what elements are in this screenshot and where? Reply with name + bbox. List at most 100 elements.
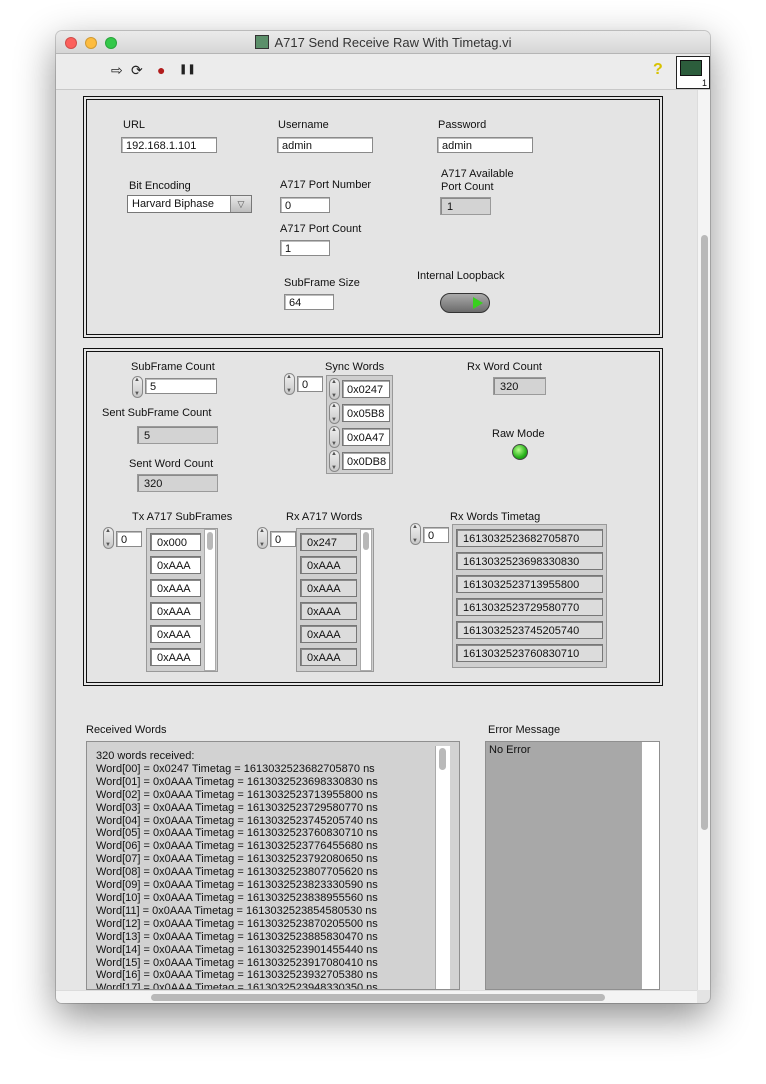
rx-words-index[interactable]: 0 (270, 531, 296, 547)
rx-words-index-increment[interactable] (257, 527, 268, 549)
rx-timetag-cell: 1613032523729580770 (456, 598, 603, 616)
sync-word-1-increment[interactable] (329, 402, 340, 424)
internal-loopback-switch[interactable] (440, 293, 490, 313)
error-message-textbox[interactable]: No Error (485, 741, 660, 990)
subframe-count-increment[interactable] (132, 376, 143, 398)
pause-icon[interactable]: ❚❚ (179, 63, 196, 77)
sync-word-0-increment[interactable] (329, 378, 340, 400)
vi-file-icon (254, 35, 269, 49)
rx-word-count-indicator: 320 (493, 377, 546, 395)
tx-subframe-cell[interactable]: 0xAAA (150, 556, 201, 574)
password-input[interactable]: admin (437, 137, 533, 153)
port-number-input[interactable]: 0 (280, 197, 330, 213)
received-words-text: 320 words received: Word[00] = 0x0247 Ti… (96, 750, 378, 990)
url-input[interactable]: 192.168.1.101 (121, 137, 217, 153)
tx-subframes-array: 0x000 0xAAA 0xAAA 0xAAA 0xAAA 0xAAA (146, 528, 218, 672)
subframe-size-label: SubFrame Size (284, 277, 360, 289)
raw-mode-label: Raw Mode (492, 428, 545, 440)
subframe-count-input[interactable]: 5 (145, 378, 217, 394)
error-message-text: No Error (489, 744, 531, 756)
sent-subframe-count-label: Sent SubFrame Count (102, 407, 212, 419)
port-number-label: A717 Port Number (280, 179, 372, 191)
context-help-icon[interactable]: ? (653, 61, 663, 79)
toolbar: ⇨ ⟳ ● ❚❚ ? 1 (56, 54, 710, 90)
rx-timetag-cell: 1613032523745205740 (456, 621, 603, 639)
tx-subframes-index[interactable]: 0 (116, 531, 142, 547)
sync-word-2[interactable]: 0x0A47 (342, 428, 390, 446)
username-input[interactable]: admin (277, 137, 373, 153)
sync-words-array: 0x0247 0x05B8 0x0A47 0x0DB8 (326, 375, 393, 474)
raw-mode-led (512, 444, 528, 460)
rx-word-cell: 0xAAA (300, 625, 357, 643)
switch-led-icon (473, 297, 483, 309)
horizontal-scrollbar[interactable] (56, 990, 697, 1003)
tx-subframe-cell[interactable]: 0xAAA (150, 625, 201, 643)
rx-words-scrollbar[interactable] (360, 529, 372, 671)
received-words-scrollbar[interactable] (435, 746, 450, 989)
rx-timetag-index-increment[interactable] (410, 523, 421, 545)
sync-words-label: Sync Words (325, 361, 385, 373)
window-title: A717 Send Receive Raw With Timetag.vi (56, 35, 710, 50)
rx-timetag-cell: 1613032523698330830 (456, 552, 603, 570)
sync-words-index[interactable]: 0 (297, 376, 323, 392)
config-panel: URL 192.168.1.101 Username admin Passwor… (83, 96, 663, 338)
tx-subframes-index-increment[interactable] (103, 527, 114, 549)
abort-execution-icon[interactable]: ● (157, 63, 165, 77)
run-continuously-icon[interactable]: ⟳ (131, 63, 143, 77)
rx-timetag-cell: 1613032523760830710 (456, 644, 603, 662)
password-label: Password (438, 119, 487, 131)
url-label: URL (123, 119, 146, 131)
title-bar: A717 Send Receive Raw With Timetag.vi (56, 31, 710, 54)
tx-subframes-scrollbar[interactable] (204, 529, 216, 671)
rx-word-cell: 0xAAA (300, 602, 357, 620)
run-arrow-icon[interactable]: ⇨ (111, 63, 123, 77)
tx-subframe-cell[interactable]: 0xAAA (150, 602, 201, 620)
available-port-count-label-line1: A717 Available (441, 168, 514, 180)
subframe-count-label: SubFrame Count (131, 361, 215, 373)
tx-subframes-label: Tx A717 SubFrames (132, 511, 233, 523)
sync-word-2-increment[interactable] (329, 426, 340, 448)
vertical-scroll-thumb[interactable] (701, 235, 708, 830)
bit-encoding-dropdown[interactable]: Harvard Biphase ▽ (127, 195, 252, 213)
sync-words-index-increment[interactable] (284, 373, 295, 395)
tx-subframe-cell[interactable]: 0x000 (150, 533, 201, 551)
rx-word-cell: 0xAAA (300, 579, 357, 597)
tx-subframe-cell[interactable]: 0xAAA (150, 648, 201, 666)
rx-timetag-array: 1613032523682705870 1613032523698330830 … (452, 524, 607, 668)
sync-word-3-increment[interactable] (329, 450, 340, 472)
port-count-label: A717 Port Count (280, 223, 362, 235)
sent-word-count-indicator: 320 (137, 474, 218, 492)
error-message-label: Error Message (488, 724, 561, 736)
received-words-label: Received Words (86, 724, 167, 736)
vi-window: A717 Send Receive Raw With Timetag.vi ⇨ … (56, 31, 710, 1003)
rx-timetag-label: Rx Words Timetag (450, 511, 541, 523)
horizontal-scroll-thumb[interactable] (151, 994, 605, 1001)
rx-word-cell: 0xAAA (300, 648, 357, 666)
sync-word-0[interactable]: 0x0247 (342, 380, 390, 398)
sent-subframe-count-indicator: 5 (137, 426, 218, 444)
sent-word-count-label: Sent Word Count (129, 458, 214, 470)
received-words-textbox[interactable]: 320 words received: Word[00] = 0x0247 Ti… (86, 741, 460, 990)
subframe-size-input[interactable]: 64 (284, 294, 334, 310)
dropdown-arrow-icon[interactable]: ▽ (230, 196, 251, 212)
rx-timetag-cell: 1613032523682705870 (456, 529, 603, 547)
internal-loopback-label: Internal Loopback (417, 270, 505, 282)
username-label: Username (278, 119, 329, 131)
data-panel: SubFrame Count 5 Sent SubFrame Count 5 S… (83, 348, 663, 686)
bit-encoding-label: Bit Encoding (129, 180, 191, 192)
rx-words-array: 0x247 0xAAA 0xAAA 0xAAA 0xAAA 0xAAA (296, 528, 374, 672)
rx-words-label: Rx A717 Words (286, 511, 363, 523)
error-message-scrollbar[interactable] (641, 742, 659, 989)
sync-word-3[interactable]: 0x0DB8 (342, 452, 390, 470)
rx-word-cell: 0x247 (300, 533, 357, 551)
sync-word-1[interactable]: 0x05B8 (342, 404, 390, 422)
tx-subframe-cell[interactable]: 0xAAA (150, 579, 201, 597)
vertical-scrollbar[interactable] (697, 90, 710, 990)
port-count-input[interactable]: 1 (280, 240, 330, 256)
available-port-count-label-line2: Port Count (441, 181, 494, 193)
front-panel: URL 192.168.1.101 Username admin Passwor… (56, 90, 697, 990)
vi-connector-icon[interactable]: 1 (676, 56, 710, 89)
rx-word-cell: 0xAAA (300, 556, 357, 574)
rx-timetag-index[interactable]: 0 (423, 527, 449, 543)
rx-word-count-label: Rx Word Count (467, 361, 542, 373)
